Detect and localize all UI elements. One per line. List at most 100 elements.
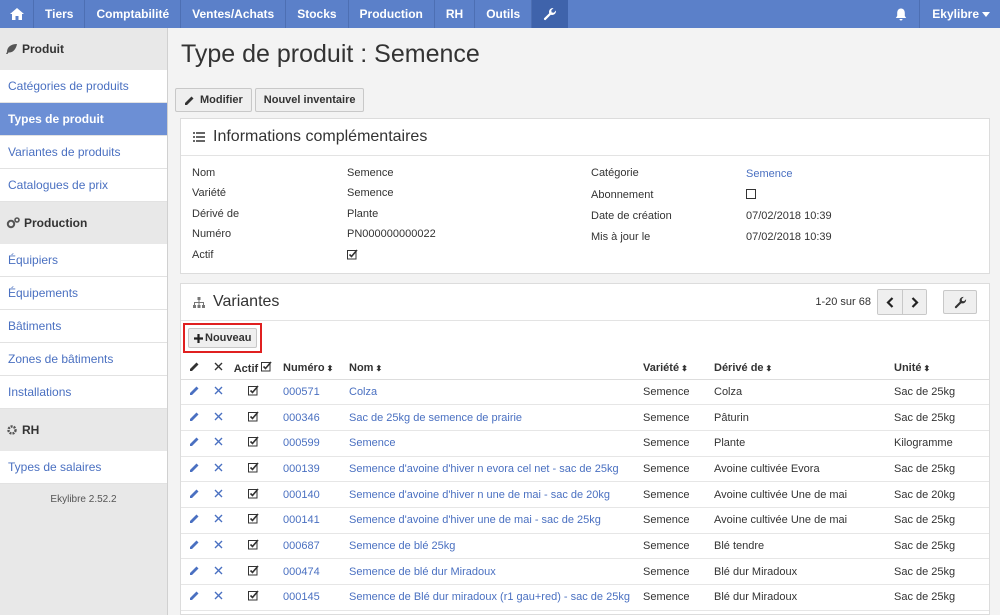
- sidebar-item-types-salaires[interactable]: Types de salaires: [0, 451, 167, 484]
- wrench-icon: [954, 296, 966, 308]
- info-link-categorie[interactable]: Semence: [746, 168, 792, 180]
- edit-row-button[interactable]: [181, 507, 207, 534]
- edit-row-button[interactable]: [181, 533, 207, 560]
- sidebar-item-equipements[interactable]: Équipements: [0, 277, 167, 310]
- row-nom-link[interactable]: Semence: [349, 430, 643, 457]
- sidebar-item-installations[interactable]: Installations: [0, 376, 167, 409]
- row-derive: Blé dur Miradoux: [714, 558, 894, 585]
- row-numero-link[interactable]: 000571: [277, 379, 349, 406]
- sidebar-item-catalogues[interactable]: Catalogues de prix: [0, 169, 167, 202]
- sidebar-item-variantes[interactable]: Variantes de produits: [0, 136, 167, 169]
- row-variete: Semence: [643, 584, 714, 611]
- row-numero-link[interactable]: 000474: [277, 558, 349, 585]
- edit-row-button[interactable]: [181, 584, 207, 611]
- sidebar-item-categories[interactable]: Catégories de produits: [0, 70, 167, 103]
- delete-row-button[interactable]: [207, 584, 229, 611]
- row-derive: Blé dur Miradoux: [714, 584, 894, 611]
- row-nom-link[interactable]: Semence de blé dur Miradoux: [349, 558, 643, 585]
- checked-checkbox-icon: [261, 361, 272, 372]
- edit-row-button[interactable]: [181, 379, 207, 406]
- row-nom-link[interactable]: Colza: [349, 379, 643, 406]
- row-variete: Semence: [643, 404, 714, 431]
- sidebar-item-equipiers[interactable]: Équipiers: [0, 244, 167, 277]
- row-numero-link[interactable]: 000599: [277, 430, 349, 457]
- row-numero-link[interactable]: 000139: [277, 456, 349, 483]
- edit-button[interactable]: Modifier: [175, 88, 252, 112]
- edit-row-button[interactable]: [181, 481, 207, 508]
- bell-icon: [896, 8, 907, 20]
- info-value-derive: Plante: [347, 208, 379, 220]
- delete-row-button[interactable]: [207, 456, 229, 483]
- delete-row-button[interactable]: [207, 533, 229, 560]
- col-nom-header[interactable]: Nom ⬍: [349, 357, 643, 380]
- close-icon: [214, 540, 222, 549]
- edit-row-button[interactable]: [181, 430, 207, 457]
- delete-row-button[interactable]: [207, 404, 229, 431]
- prev-page-button[interactable]: [878, 290, 902, 314]
- nav-ventes-achats[interactable]: Ventes/Achats: [181, 0, 287, 28]
- delete-row-button[interactable]: [207, 481, 229, 508]
- caret-down-icon: [982, 11, 990, 17]
- row-numero-link[interactable]: 000140: [277, 481, 349, 508]
- nav-comptabilite[interactable]: Comptabilité: [85, 0, 182, 28]
- sidebar-section-title: RH: [22, 423, 40, 437]
- sitemap-icon: [193, 296, 205, 308]
- col-derive-header[interactable]: Dérivé de ⬍: [714, 357, 894, 380]
- row-nom-link[interactable]: Semence d'avoine d'hiver une de mai - sa…: [349, 507, 643, 534]
- sidebar-section-title: Production: [24, 216, 88, 230]
- edit-button-label: Modifier: [200, 94, 243, 106]
- edit-row-button[interactable]: [181, 456, 207, 483]
- edit-row-button[interactable]: [181, 404, 207, 431]
- nav-stocks[interactable]: Stocks: [286, 0, 349, 28]
- home-button[interactable]: [0, 0, 34, 28]
- col-actif-header[interactable]: Actif: [229, 357, 277, 380]
- list-icon: [193, 132, 205, 142]
- user-menu[interactable]: Ekylibre: [919, 0, 1000, 28]
- info-value-numero: PN000000000022: [347, 228, 436, 240]
- info-label-derive: Dérivé de: [192, 208, 240, 220]
- col-numero-header[interactable]: Numéro ⬍: [277, 357, 349, 380]
- pencil-icon: [189, 540, 198, 549]
- row-nom-link[interactable]: Sac de 25kg de semence de prairie: [349, 404, 643, 431]
- edit-row-button[interactable]: [181, 558, 207, 585]
- delete-row-button[interactable]: [207, 507, 229, 534]
- new-inventory-button[interactable]: Nouvel inventaire: [254, 88, 365, 112]
- new-variant-button[interactable]: Nouveau: [188, 328, 258, 348]
- row-actif-checkbox: [229, 533, 277, 560]
- info-label-mis-a-jour: Mis à jour le: [591, 231, 651, 243]
- next-page-button[interactable]: [902, 290, 926, 314]
- row-nom-link[interactable]: Semence d'avoine d'hiver n une de mai - …: [349, 481, 643, 508]
- unchecked-checkbox-icon: [746, 189, 756, 199]
- nav-production[interactable]: Production: [349, 0, 435, 28]
- nav-tiers[interactable]: Tiers: [34, 0, 86, 28]
- row-nom-link[interactable]: Semence d'avoine d'hiver n evora cel net…: [349, 456, 643, 483]
- close-icon: [214, 489, 222, 498]
- row-numero-link[interactable]: 000145: [277, 584, 349, 611]
- delete-row-button[interactable]: [207, 379, 229, 406]
- col-variete-header[interactable]: Variété ⬍: [643, 357, 714, 380]
- row-unite: Sac de 25kg: [894, 507, 989, 534]
- table-row: 000571 Colza Semence Colza Sac de 25kg: [181, 379, 989, 406]
- nav-settings[interactable]: [532, 0, 569, 28]
- row-numero-link[interactable]: 000346: [277, 404, 349, 431]
- user-name: Ekylibre: [932, 7, 979, 21]
- row-numero-link[interactable]: 000141: [277, 507, 349, 534]
- row-nom-link[interactable]: Semence de Blé dur miradoux (r1 gau+red)…: [349, 584, 643, 611]
- notifications-button[interactable]: [883, 0, 919, 28]
- nav-outils[interactable]: Outils: [475, 0, 533, 28]
- row-nom-link[interactable]: Semence de blé 25kg: [349, 533, 643, 560]
- row-numero-link[interactable]: 000687: [277, 533, 349, 560]
- delete-row-button[interactable]: [207, 430, 229, 457]
- sort-icon: ⬍: [326, 363, 334, 373]
- list-settings-button[interactable]: [943, 290, 977, 314]
- sidebar-item-batiments[interactable]: Bâtiments: [0, 310, 167, 343]
- nav-rh[interactable]: RH: [435, 0, 476, 28]
- delete-row-button[interactable]: [207, 558, 229, 585]
- sidebar-item-zones-batiments[interactable]: Zones de bâtiments: [0, 343, 167, 376]
- table-row: 000139 Semence d'avoine d'hiver n evora c…: [181, 456, 989, 483]
- checked-checkbox-icon: [247, 539, 259, 550]
- pagination-info: 1-20 sur 68: [815, 296, 871, 308]
- sidebar-item-types-produit[interactable]: Types de produit: [0, 103, 167, 136]
- col-unite-header[interactable]: Unité ⬍: [894, 357, 989, 380]
- row-derive: Avoine cultivée Evora: [714, 456, 894, 483]
